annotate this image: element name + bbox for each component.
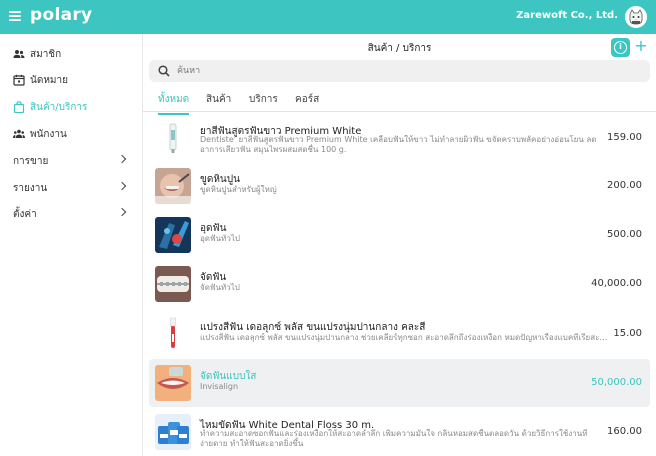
search-input[interactable] — [177, 63, 637, 79]
info-icon: i — [614, 41, 627, 54]
list-item[interactable]: จัดฟันแบบใส Invisalign 50,000.00 — [149, 359, 650, 407]
top-bar: polary Zarewoft Co., Ltd. — [0, 0, 656, 34]
page-title: สินค้า / บริการ — [367, 43, 432, 54]
product-description: อุดฟันทั่วไป — [200, 234, 240, 243]
app-logo[interactable]: polary — [30, 5, 92, 25]
product-thumbnail — [155, 120, 191, 156]
tab-courses[interactable]: คอร์ส — [295, 92, 319, 113]
list-item[interactable]: อุดฟัน อุดฟันทั่วไป 500.00 — [149, 211, 650, 259]
tab-all[interactable]: ทั้งหมด — [158, 92, 190, 115]
sidebar-item-label: สินค้า/บริการ — [30, 101, 88, 113]
cat-avatar-icon — [625, 6, 647, 28]
calendar-icon — [13, 74, 25, 86]
info-button[interactable]: i — [611, 38, 630, 57]
product-list: ยาสีฟันสูตรฟันขาว Premium White Dentiste… — [143, 114, 656, 456]
sidebar-item-staff[interactable]: พนักงาน — [0, 122, 142, 146]
search-icon — [158, 65, 170, 77]
product-price: 50,000.00 — [591, 377, 642, 388]
product-description: Dentiste' ยาสีฟันสูตรฟันขาว Premium Whit… — [200, 135, 597, 154]
product-price: 200.00 — [607, 180, 642, 191]
main-content: สินค้า / บริการ i + ทั้งหมด สินค้า บริกา… — [143, 34, 656, 456]
tab-products[interactable]: สินค้า — [206, 92, 231, 113]
sidebar-item-label: พนักงาน — [30, 128, 67, 140]
chevron-right-icon — [117, 181, 127, 191]
scaling-image-icon — [155, 168, 191, 204]
product-thumbnail — [155, 414, 191, 450]
list-item[interactable]: ยาสีฟันสูตรฟันขาว Premium White Dentiste… — [149, 114, 650, 162]
list-item[interactable]: แปรงสีฟัน เดอลุกซ์ พลัส ขนแปรงนุ่มปานกลา… — [149, 310, 650, 358]
product-price: 15.00 — [613, 328, 642, 339]
toothpaste-image-icon — [155, 120, 191, 156]
list-item[interactable]: ขูดหินปูน ขูดหินปูนสำหรับผู้ใหญ่ 200.00 — [149, 162, 650, 210]
sidebar-group-sales[interactable]: การขาย — [0, 149, 142, 173]
filling-image-icon — [155, 217, 191, 253]
sidebar-item-products-services[interactable]: สินค้า/บริการ — [0, 95, 142, 119]
shopping-bag-icon — [13, 101, 25, 113]
product-thumbnail — [155, 266, 191, 302]
product-price: 160.00 — [607, 426, 642, 437]
aligner-image-icon — [155, 365, 191, 401]
product-price: 159.00 — [607, 132, 642, 143]
product-thumbnail — [155, 316, 191, 352]
members-icon — [13, 48, 25, 60]
list-item[interactable]: จัดฟัน จัดฟันทั่วไป 40,000.00 — [149, 260, 650, 308]
sidebar-item-members[interactable]: สมาชิก — [0, 42, 142, 66]
product-thumbnail — [155, 217, 191, 253]
company-name[interactable]: Zarewoft Co., Ltd. — [516, 10, 618, 21]
hamburger-menu-icon[interactable] — [9, 11, 21, 21]
chevron-right-icon — [117, 154, 127, 164]
product-description: ทำความสะอาดซอกฟันและร่องเหงือกให้สะอาดล้… — [200, 429, 588, 448]
avatar[interactable] — [625, 6, 647, 28]
product-description: แปรงสีฟัน เดอลุกซ์ พลัส ขนแปรงนุ่มปานกลา… — [200, 333, 610, 342]
floss-image-icon — [155, 414, 191, 450]
list-item[interactable]: ไหมขัดฟัน White Dental Floss 30 m. ทำควา… — [149, 408, 650, 456]
add-product-button[interactable]: + — [634, 37, 648, 55]
sidebar-item-label: นัดหมาย — [30, 74, 68, 86]
sidebar-item-label: สมาชิก — [30, 48, 62, 60]
sidebar-group-reports[interactable]: รายงาน — [0, 176, 142, 200]
product-thumbnail — [155, 365, 191, 401]
product-description: ขูดหินปูนสำหรับผู้ใหญ่ — [200, 185, 277, 194]
product-description: จัดฟันทั่วไป — [200, 283, 240, 292]
staff-icon — [13, 128, 25, 140]
tab-services[interactable]: บริการ — [249, 92, 278, 113]
category-tabs: ทั้งหมด สินค้า บริการ คอร์ส — [143, 86, 656, 115]
sidebar-item-appointments[interactable]: นัดหมาย — [0, 68, 142, 92]
sidebar: สมาชิก นัดหมาย สินค้า/บริการ พนักงาน การ… — [0, 34, 143, 456]
chevron-right-icon — [117, 207, 127, 217]
product-price: 500.00 — [607, 229, 642, 240]
product-price: 40,000.00 — [591, 278, 642, 289]
product-description: Invisalign — [200, 382, 239, 391]
sidebar-group-label: รายงาน — [13, 182, 48, 194]
braces-image-icon — [155, 266, 191, 302]
toothbrush-image-icon — [155, 316, 191, 352]
sidebar-group-settings[interactable]: ตั้งค่า — [0, 202, 142, 226]
sidebar-group-label: ตั้งค่า — [13, 208, 37, 220]
search-bar — [149, 60, 650, 82]
sidebar-group-label: การขาย — [13, 155, 49, 167]
product-thumbnail — [155, 168, 191, 204]
